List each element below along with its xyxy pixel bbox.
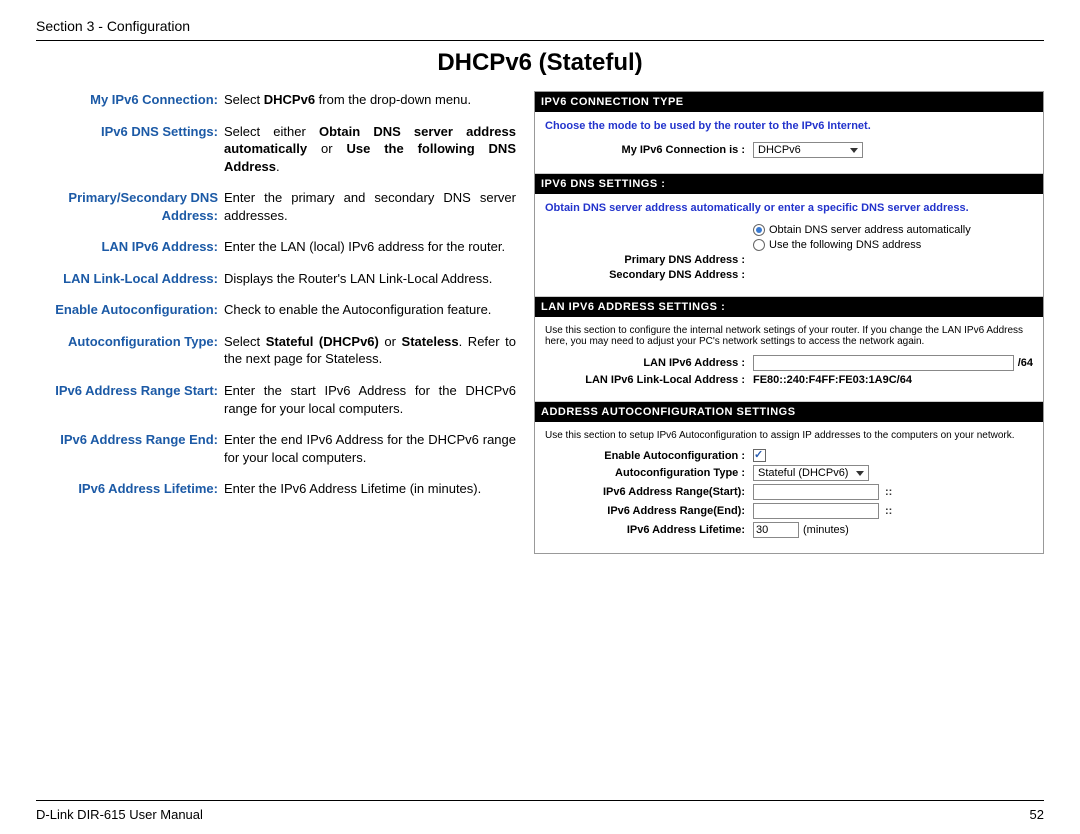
lan-ipv6-address-label: LAN IPv6 Address : — [545, 357, 753, 369]
page-title: DHCPv6 (Stateful) — [36, 49, 1044, 77]
range-end-separator: :: — [883, 505, 894, 517]
definition-term: LAN Link-Local Address: — [36, 270, 224, 288]
enable-autoconf-checkbox[interactable] — [753, 449, 766, 462]
definition-row: Enable Autoconfiguration:Check to enable… — [36, 301, 516, 319]
my-ipv6-connection-label: My IPv6 Connection is : — [545, 144, 753, 156]
definition-row: IPv6 Address Range Start:Enter the start… — [36, 382, 516, 417]
definition-description: Enter the primary and secondary DNS serv… — [224, 189, 516, 224]
autoconf-note: Use this section to setup IPv6 Autoconfi… — [545, 430, 1033, 441]
definition-description: Enter the end IPv6 Address for the DHCPv… — [224, 431, 516, 466]
lan-ipv6-address-input[interactable] — [753, 355, 1014, 371]
lan-linklocal-value: FE80::240:F4FF:FE03:1A9C/64 — [753, 374, 912, 386]
footer-left: D-Link DIR-615 User Manual — [36, 807, 203, 822]
range-start-separator: :: — [883, 486, 894, 498]
my-ipv6-connection-value: DHCPv6 — [758, 144, 801, 156]
panel-header-dns: IPV6 DNS SETTINGS : — [535, 174, 1043, 194]
definition-description: Check to enable the Autoconfiguration fe… — [224, 301, 516, 319]
primary-dns-label: Primary DNS Address : — [545, 254, 753, 266]
secondary-dns-label: Secondary DNS Address : — [545, 269, 753, 281]
range-start-label: IPv6 Address Range(Start): — [545, 486, 753, 498]
definition-row: Primary/Secondary DNS Address:Enter the … — [36, 189, 516, 224]
definition-term: Primary/Secondary DNS Address: — [36, 189, 224, 224]
page-footer: D-Link DIR-615 User Manual 52 — [36, 800, 1044, 822]
lifetime-unit: (minutes) — [803, 524, 849, 536]
definition-row: LAN IPv6 Address:Enter the LAN (local) I… — [36, 238, 516, 256]
footer-page-number: 52 — [1030, 807, 1044, 822]
chevron-down-icon — [856, 471, 864, 476]
section-header: Section 3 - Configuration — [36, 18, 1044, 41]
autoconf-type-select[interactable]: Stateful (DHCPv6) — [753, 465, 869, 481]
dns-manual-label: Use the following DNS address — [769, 239, 921, 251]
config-panel: IPV6 CONNECTION TYPE Choose the mode to … — [534, 91, 1044, 554]
definition-description: Select either Obtain DNS server address … — [224, 123, 516, 176]
lan-ipv6-suffix: /64 — [1018, 357, 1033, 369]
my-ipv6-connection-select[interactable]: DHCPv6 — [753, 142, 863, 158]
definition-row: Autoconfiguration Type:Select Stateful (… — [36, 333, 516, 368]
definition-description: Select Stateful (DHCPv6) or Stateless. R… — [224, 333, 516, 368]
autoconf-type-value: Stateful (DHCPv6) — [758, 467, 848, 479]
definition-row: IPv6 Address Lifetime:Enter the IPv6 Add… — [36, 480, 516, 498]
definition-row: IPv6 DNS Settings:Select either Obtain D… — [36, 123, 516, 176]
definition-description: Enter the IPv6 Address Lifetime (in minu… — [224, 480, 516, 498]
panel-header-connection-type: IPV6 CONNECTION TYPE — [535, 92, 1043, 112]
lifetime-input[interactable]: 30 — [753, 522, 799, 538]
definitions-column: My IPv6 Connection:Select DHCPv6 from th… — [36, 91, 516, 554]
lan-note: Use this section to configure the intern… — [545, 325, 1033, 347]
definition-row: IPv6 Address Range End:Enter the end IPv… — [36, 431, 516, 466]
definition-term: IPv6 DNS Settings: — [36, 123, 224, 176]
definition-description: Enter the LAN (local) IPv6 address for t… — [224, 238, 516, 256]
autoconf-type-label: Autoconfiguration Type : — [545, 467, 753, 479]
definition-term: Enable Autoconfiguration: — [36, 301, 224, 319]
range-start-input[interactable] — [753, 484, 879, 500]
definition-term: My IPv6 Connection: — [36, 91, 224, 109]
definition-row: LAN Link-Local Address:Displays the Rout… — [36, 270, 516, 288]
definition-row: My IPv6 Connection:Select DHCPv6 from th… — [36, 91, 516, 109]
connection-type-note: Choose the mode to be used by the router… — [545, 120, 1033, 132]
lifetime-label: IPv6 Address Lifetime: — [545, 524, 753, 536]
definition-term: Autoconfiguration Type: — [36, 333, 224, 368]
chevron-down-icon — [850, 148, 858, 153]
definition-description: Enter the start IPv6 Address for the DHC… — [224, 382, 516, 417]
definition-description: Displays the Router's LAN Link-Local Add… — [224, 270, 516, 288]
definition-term: LAN IPv6 Address: — [36, 238, 224, 256]
range-end-input[interactable] — [753, 503, 879, 519]
lan-linklocal-label: LAN IPv6 Link-Local Address : — [545, 374, 753, 386]
enable-autoconf-label: Enable Autoconfiguration : — [545, 450, 753, 462]
dns-note: Obtain DNS server address automatically … — [545, 202, 1033, 214]
definition-term: IPv6 Address Range End: — [36, 431, 224, 466]
definition-term: IPv6 Address Lifetime: — [36, 480, 224, 498]
dns-auto-radio[interactable] — [753, 224, 765, 236]
dns-auto-label: Obtain DNS server address automatically — [769, 224, 971, 236]
definition-description: Select DHCPv6 from the drop-down menu. — [224, 91, 516, 109]
definition-term: IPv6 Address Range Start: — [36, 382, 224, 417]
panel-header-lan: LAN IPV6 ADDRESS SETTINGS : — [535, 297, 1043, 317]
panel-header-autoconf: ADDRESS AUTOCONFIGURATION SETTINGS — [535, 402, 1043, 422]
range-end-label: IPv6 Address Range(End): — [545, 505, 753, 517]
dns-manual-radio[interactable] — [753, 239, 765, 251]
